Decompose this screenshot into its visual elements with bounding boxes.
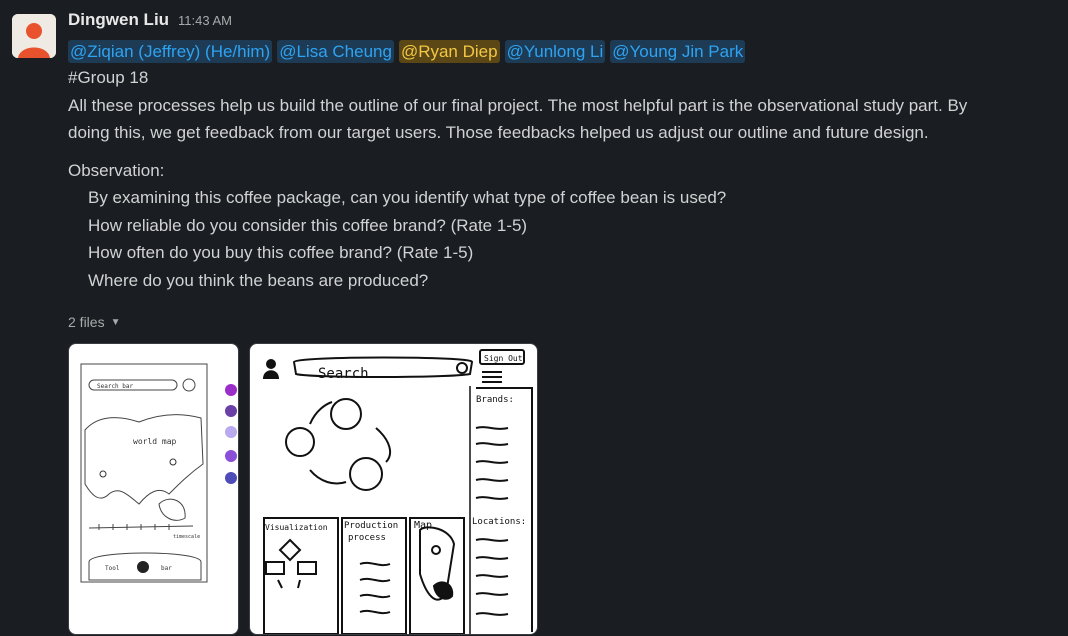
sketch-search-text: Search: [318, 366, 369, 382]
question-1: By examining this coffee package, can yo…: [88, 188, 727, 207]
user-icon: [266, 359, 276, 369]
sketch-map-label: world map: [133, 437, 177, 446]
user-avatar-icon: [12, 14, 56, 58]
files-count: 2 files: [68, 314, 105, 330]
sketch-timeline-label: timescale: [173, 534, 200, 540]
color-swatch-5: [225, 472, 237, 484]
mention-ryan-diep[interactable]: @Ryan Diep: [398, 39, 500, 63]
message: Dingwen Liu 11:43 AM @Ziqian (Jeffrey) (…: [68, 10, 1058, 330]
color-swatch-1: [225, 384, 237, 396]
timestamp[interactable]: 11:43 AM: [178, 13, 232, 28]
map-pin-icon-3: [431, 545, 441, 555]
sketch-search-label: Search bar: [97, 383, 134, 390]
mention-list: @Ziqian (Jeffrey) (He/him) @Lisa Cheung …: [68, 38, 1058, 64]
sketch-bar-label: bar: [161, 565, 172, 572]
message-header: Dingwen Liu 11:43 AM: [68, 10, 1058, 36]
avatar[interactable]: [12, 14, 56, 58]
question-3: How often do you buy this coffee brand? …: [88, 243, 474, 262]
sketch-tab-production: Production: [344, 521, 398, 531]
question-4: Where do you think the beans are produce…: [88, 270, 429, 290]
pie-chart-icon: [137, 561, 149, 573]
author-name[interactable]: Dingwen Liu: [68, 10, 169, 30]
color-swatch-3: [225, 426, 237, 438]
sketch-tab-process: process: [348, 533, 386, 543]
attachment-thumbnail-2[interactable]: Search Sign Out Brands: Locations: Visua…: [249, 343, 538, 635]
mention-ziqian[interactable]: @Ziqian (Jeffrey) (He/him): [68, 39, 273, 63]
sketch-signout-text: Sign Out: [484, 354, 523, 363]
group-tag: #Group 18: [68, 68, 149, 87]
wireframe-sketch-2: Search Sign Out Brands: Locations: Visua…: [262, 349, 533, 634]
question-2: How reliable do you consider this coffee…: [88, 215, 528, 235]
body-line-2: doing this, we get feedback from our tar…: [68, 123, 929, 142]
map-pin-icon-2: [169, 458, 177, 466]
sketch-tab-map: Map: [414, 520, 432, 531]
sketch-circle-1: [285, 427, 315, 457]
wireframe-sketch-1: Search bar world map timescale Tool bar: [80, 363, 237, 583]
sketch-locations-text: Locations:: [472, 517, 526, 527]
sketch-tool-label: Tool: [105, 565, 120, 572]
flowchart-icon: [278, 538, 302, 562]
sketch-circle-2: [330, 398, 362, 430]
mention-lisa-cheung[interactable]: @Lisa Cheung: [277, 39, 394, 63]
attachment-thumbnail-1[interactable]: Search bar world map timescale Tool bar: [68, 343, 239, 635]
caret-down-icon: ▼: [110, 316, 121, 328]
color-swatch-4: [225, 450, 237, 462]
filter-icon: [482, 371, 502, 383]
sketch-tab-visualization: Visualization: [265, 523, 328, 532]
sketch-circle-3: [349, 457, 383, 491]
map-pin-icon: [99, 470, 107, 478]
sketch-search-icon: [182, 378, 196, 392]
color-swatch-2: [225, 405, 237, 417]
body-line-1: All these processes help us build the ou…: [68, 95, 968, 115]
sketch-brands-text: Brands:: [476, 395, 514, 405]
mention-young-jin-park[interactable]: @Young Jin Park: [610, 39, 746, 63]
observation-label: Observation:: [68, 160, 165, 180]
files-toggle[interactable]: 2 files ▼: [68, 314, 1058, 330]
search-icon: [456, 362, 468, 374]
mention-yunlong-li[interactable]: @Yunlong Li: [504, 39, 606, 63]
